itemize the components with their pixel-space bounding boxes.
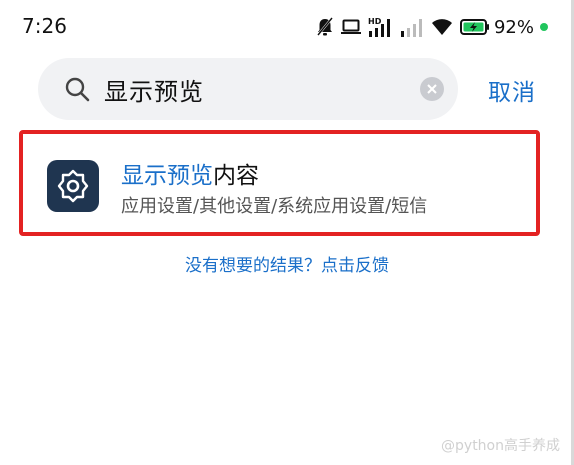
watermark-text: @python高手养成 bbox=[441, 438, 560, 454]
battery: 92% bbox=[459, 16, 548, 38]
svg-text:HD: HD bbox=[368, 17, 382, 26]
status-time: 7:26 bbox=[22, 14, 67, 38]
search-input[interactable]: 显示预览 bbox=[38, 58, 458, 120]
feedback-link[interactable]: 没有想要的结果？点击反馈 bbox=[0, 251, 574, 276]
status-bar: 7:26 HD 92% bbox=[0, 0, 574, 52]
watermark: @python高手养成 bbox=[441, 435, 560, 455]
result-title-rest: 内容 bbox=[213, 163, 259, 189]
search-icon bbox=[64, 76, 90, 106]
clear-icon[interactable] bbox=[420, 77, 444, 101]
search-query: 显示预览 bbox=[104, 78, 204, 106]
search-result-item[interactable]: 显示预览内容 应用设置/其他设置/系统应用设置/短信 bbox=[19, 130, 540, 236]
hd-signal-icon: HD bbox=[368, 16, 394, 38]
status-icons: HD 92% bbox=[316, 14, 548, 40]
laptop-icon bbox=[340, 18, 362, 36]
result-title-highlight: 显示预览 bbox=[121, 163, 213, 189]
battery-percent: 92% bbox=[493, 16, 534, 38]
notifications-off-icon bbox=[316, 17, 334, 37]
wifi-icon bbox=[430, 17, 454, 37]
status-dot bbox=[540, 23, 548, 31]
result-path: 应用设置/其他设置/系统应用设置/短信 bbox=[121, 196, 428, 217]
cancel-button[interactable]: 取消 bbox=[488, 73, 536, 107]
result-title: 显示预览内容 bbox=[121, 156, 259, 190]
settings-gear-icon bbox=[47, 160, 99, 212]
search-row: 显示预览 取消 bbox=[38, 58, 558, 120]
battery-charging-icon bbox=[459, 18, 490, 36]
signal-icon bbox=[400, 16, 424, 38]
